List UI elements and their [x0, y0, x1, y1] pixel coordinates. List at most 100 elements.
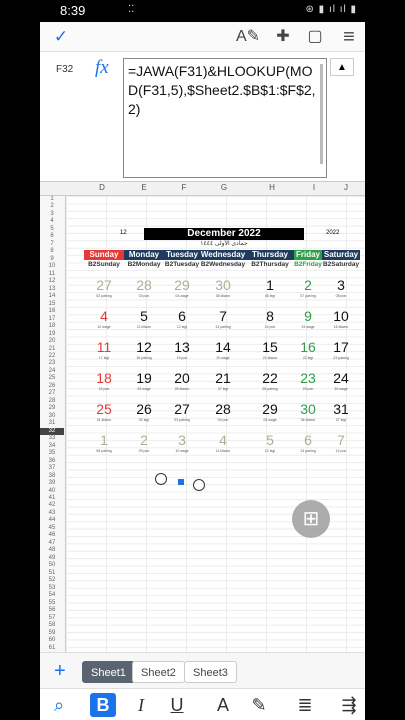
- day-cell[interactable]: 2 09 pon: [124, 431, 164, 454]
- row-header-item[interactable]: 60: [40, 637, 64, 644]
- shapes-icon[interactable]: ✚: [272, 26, 294, 48]
- row-header-item[interactable]: 24: [40, 368, 64, 375]
- row-header-item[interactable]: 30: [40, 413, 64, 420]
- row-header-item[interactable]: 11: [40, 271, 64, 278]
- row-header-item[interactable]: 32: [40, 427, 64, 436]
- row-header-item[interactable]: 10: [40, 263, 64, 270]
- selection-handle-right[interactable]: [193, 479, 205, 491]
- row-header-item[interactable]: 5: [40, 226, 64, 233]
- row-header-item[interactable]: 46: [40, 532, 64, 539]
- wrap-icon[interactable]: ⇶: [336, 693, 362, 717]
- tab-sheet2[interactable]: Sheet2: [132, 661, 185, 683]
- row-header-item[interactable]: 59: [40, 630, 64, 637]
- sheet-grid[interactable]: DEFGHIJ 1 2 3 4 5 6 7 8 9 10 11 12 13 14 15 16 17 18 19 20 2…: [40, 182, 365, 652]
- row-header-item[interactable]: 7: [40, 241, 64, 248]
- column-header-h[interactable]: H: [266, 183, 278, 192]
- tab-sheet1[interactable]: Sheet1: [82, 661, 135, 683]
- day-cell[interactable]: 9 15 wage: [294, 307, 322, 330]
- row-header-item[interactable]: 36: [40, 458, 64, 465]
- day-cell[interactable]: 20 26 kliwon: [164, 369, 200, 392]
- day-cell[interactable]: 10 16 kliwon: [322, 307, 360, 330]
- row-header-item[interactable]: 9: [40, 256, 64, 263]
- italic-button[interactable]: I: [128, 693, 154, 717]
- row-header-item[interactable]: 40: [40, 488, 64, 495]
- row-header-item[interactable]: 2: [40, 203, 64, 210]
- day-cell[interactable]: 5 11 kliwon: [124, 307, 164, 330]
- day-cell[interactable]: 4 11 kliwon: [200, 431, 246, 454]
- tab-sheet3[interactable]: Sheet3: [184, 661, 237, 683]
- column-header-e[interactable]: E: [138, 183, 150, 192]
- day-cell[interactable]: 23 29 pon: [294, 369, 322, 392]
- underline-button[interactable]: U: [164, 693, 190, 717]
- row-header-item[interactable]: 35: [40, 450, 64, 457]
- day-cell[interactable]: 28 04 pon: [200, 400, 246, 423]
- align-icon[interactable]: ≣: [292, 693, 318, 717]
- day-cell[interactable]: 22 28 pahing: [246, 369, 294, 392]
- row-header-item[interactable]: 42: [40, 502, 64, 509]
- day-cell[interactable]: 25 01 kliwon: [84, 400, 124, 423]
- row-header-item[interactable]: 37: [40, 465, 64, 472]
- row-header-item[interactable]: 38: [40, 473, 64, 480]
- day-cell[interactable]: 6 12 legi: [164, 307, 200, 330]
- row-header-item[interactable]: 51: [40, 570, 64, 577]
- day-cell[interactable]: 1 06 legi: [246, 276, 294, 299]
- menu-icon[interactable]: ≡: [338, 26, 360, 48]
- row-header-item[interactable]: 27: [40, 390, 64, 397]
- row-header-item[interactable]: 28: [40, 398, 64, 405]
- row-header-item[interactable]: 3: [40, 211, 64, 218]
- row-header-item[interactable]: 13: [40, 286, 64, 293]
- formula-scrollbar[interactable]: [320, 64, 323, 164]
- row-header-item[interactable]: 57: [40, 615, 64, 622]
- bold-button[interactable]: B: [90, 693, 116, 717]
- row-header-item[interactable]: 56: [40, 607, 64, 614]
- column-header-d[interactable]: D: [96, 183, 108, 192]
- column-header-j[interactable]: J: [340, 183, 352, 192]
- day-cell[interactable]: 27 02 pahing: [84, 276, 124, 299]
- day-cell[interactable]: 5 12 legi: [246, 431, 294, 454]
- row-header-item[interactable]: 39: [40, 480, 64, 487]
- day-cell[interactable]: 3 10 wage: [164, 431, 200, 454]
- row-header-item[interactable]: 50: [40, 562, 64, 569]
- pen-icon[interactable]: A✎: [236, 26, 260, 48]
- day-cell[interactable]: 18 24 pon: [84, 369, 124, 392]
- day-cell[interactable]: 14 20 wage: [200, 338, 246, 361]
- row-header-item[interactable]: 54: [40, 592, 64, 599]
- day-cell[interactable]: 17 23 pahing: [322, 338, 360, 361]
- day-cell[interactable]: 30 06 kliwon: [294, 400, 322, 423]
- row-header-item[interactable]: 15: [40, 301, 64, 308]
- day-cell[interactable]: 4 10 wage: [84, 307, 124, 330]
- row-header-item[interactable]: 43: [40, 510, 64, 517]
- font-color-button[interactable]: A: [210, 693, 236, 717]
- cell-reference[interactable]: F32: [56, 64, 73, 75]
- add-sheet-icon[interactable]: +: [54, 660, 66, 683]
- column-header-f[interactable]: F: [178, 183, 190, 192]
- day-cell[interactable]: 2 07 pahing: [294, 276, 322, 299]
- day-cell[interactable]: 8 14 pon: [246, 307, 294, 330]
- row-header-item[interactable]: 8: [40, 248, 64, 255]
- day-cell[interactable]: 28 03 pon: [124, 276, 164, 299]
- day-cell[interactable]: 21 27 legi: [200, 369, 246, 392]
- column-header-i[interactable]: I: [308, 183, 320, 192]
- day-cell[interactable]: 13 19 pon: [164, 338, 200, 361]
- day-cell[interactable]: 7 13 pahing: [200, 307, 246, 330]
- row-header-item[interactable]: 58: [40, 622, 64, 629]
- row-header-item[interactable]: 26: [40, 383, 64, 390]
- grid-icon[interactable]: ⊞: [292, 500, 330, 538]
- day-cell[interactable]: 6 13 pahing: [294, 431, 322, 454]
- row-header-item[interactable]: 29: [40, 405, 64, 412]
- row-header-item[interactable]: 44: [40, 517, 64, 524]
- row-header-item[interactable]: 18: [40, 323, 64, 330]
- highlight-icon[interactable]: ✎: [246, 693, 272, 717]
- day-cell[interactable]: 12 18 pahing: [124, 338, 164, 361]
- row-header-item[interactable]: 19: [40, 331, 64, 338]
- day-cell[interactable]: 11 17 legi: [84, 338, 124, 361]
- day-cell[interactable]: 30 05 kliwon: [200, 276, 246, 299]
- row-header-item[interactable]: 61: [40, 645, 64, 652]
- row-header-item[interactable]: 25: [40, 375, 64, 382]
- row-header-item[interactable]: 16: [40, 308, 64, 315]
- row-header-item[interactable]: 45: [40, 525, 64, 532]
- comment-icon[interactable]: ▢: [304, 26, 326, 48]
- row-header-item[interactable]: 23: [40, 360, 64, 367]
- search-icon[interactable]: ⌕: [46, 693, 72, 717]
- day-cell[interactable]: 24 30 wage: [322, 369, 360, 392]
